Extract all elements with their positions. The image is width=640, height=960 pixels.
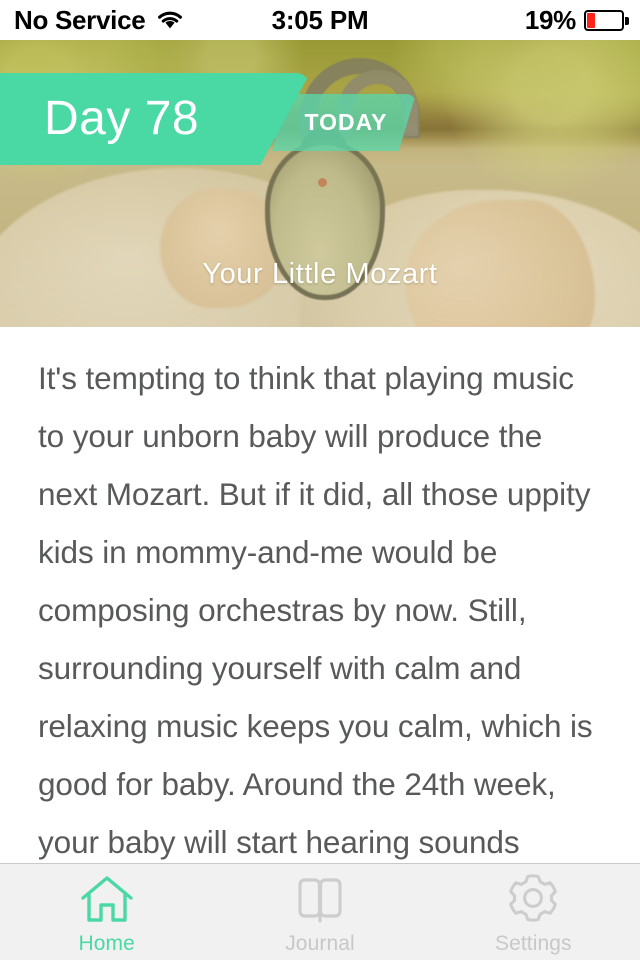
clock-label: 3:05 PM: [271, 4, 369, 35]
today-badge-label: TODAY: [304, 109, 388, 135]
status-bar: No Service 3:05 PM 19%: [0, 0, 640, 40]
day-counter-label: Day 78: [44, 92, 200, 145]
app-screen: No Service 3:05 PM 19% Day 78 TODAY Your…: [0, 0, 640, 960]
article-title: Your Little Mozart: [202, 258, 438, 290]
battery-cap: [625, 16, 629, 25]
hero-section: Day 78 TODAY Your Little Mozart: [0, 40, 640, 327]
tab-home[interactable]: Home: [0, 864, 213, 960]
status-bar-right: 19%: [524, 0, 629, 40]
tab-journal-label: Journal: [285, 931, 355, 955]
tab-home-label: Home: [78, 931, 135, 955]
article-body-text: It's tempting to think that playing musi…: [38, 360, 593, 860]
book-icon: [298, 877, 342, 923]
bottom-tab-bar: Home Journal Settings: [0, 863, 640, 960]
gear-icon: [509, 873, 558, 922]
battery-icon: [584, 9, 629, 31]
article-scroll-area[interactable]: It's tempting to think that playing musi…: [0, 327, 640, 863]
battery-fill: [587, 12, 595, 28]
tab-settings[interactable]: Settings: [427, 864, 640, 960]
tab-journal[interactable]: Journal: [213, 864, 426, 960]
battery-percent-label: 19%: [524, 5, 576, 35]
tab-settings-label: Settings: [494, 931, 572, 955]
home-icon: [80, 875, 133, 922]
day-banner[interactable]: Day 78: [0, 73, 310, 165]
